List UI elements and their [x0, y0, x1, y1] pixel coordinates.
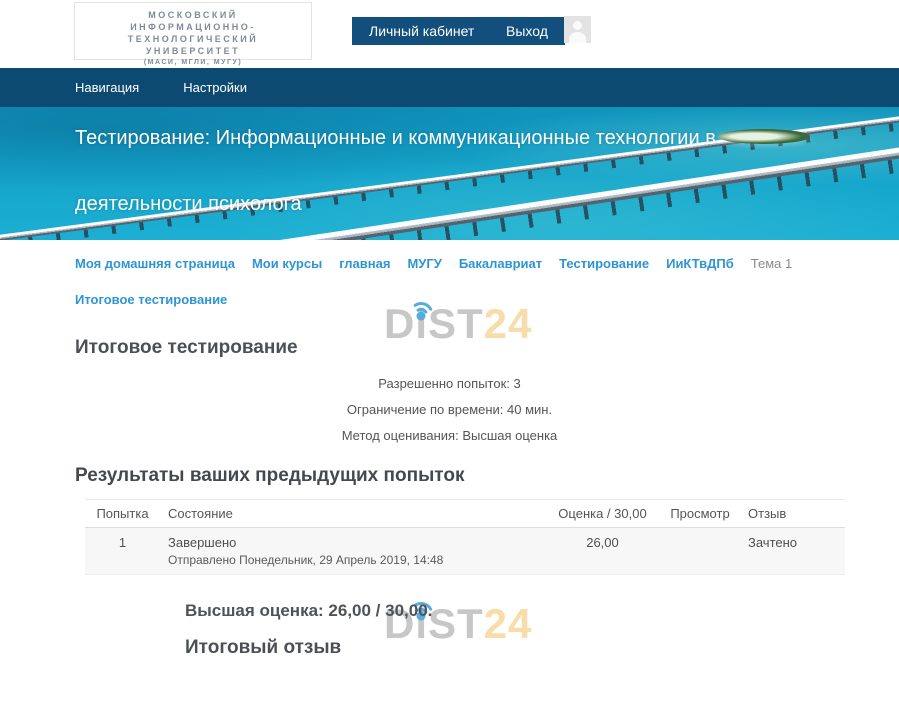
attempt-state-label: Завершено	[168, 535, 537, 550]
attempt-submitted: Отправлено Понедельник, 29 Апрель 2019, …	[168, 553, 537, 567]
main-content: Моя домашняя страница Мои курсы главная …	[0, 256, 899, 701]
quiz-title: Итоговое тестирование	[75, 337, 899, 359]
col-review: Просмотр	[660, 500, 740, 528]
course-title: Тестирование: Информационные и коммуника…	[75, 127, 716, 216]
results-heading: Результаты ваших предыдущих попыток	[75, 465, 899, 487]
course-title-line1: Тестирование: Информационные и коммуника…	[75, 127, 716, 150]
logo-line: МОСКОВСКИЙ	[75, 9, 311, 21]
col-grade: Оценка / 30,00	[545, 500, 660, 528]
time-limit: Ограничение по времени: 40 мин.	[0, 397, 899, 423]
attempt-review	[660, 528, 740, 575]
page-header: МОСКОВСКИЙ ИНФОРМАЦИОННО-ТЕХНОЛОГИЧЕСКИЙ…	[0, 0, 899, 68]
breadcrumb-my-courses[interactable]: Мои курсы	[252, 256, 322, 271]
attempt-feedback: Зачтено	[740, 528, 845, 575]
col-state: Состояние	[160, 500, 545, 528]
logout-button[interactable]: Выход	[489, 17, 565, 45]
university-logo[interactable]: МОСКОВСКИЙ ИНФОРМАЦИОННО-ТЕХНОЛОГИЧЕСКИЙ…	[74, 2, 312, 60]
final-feedback-value: Зачтено	[0, 675, 899, 701]
table-header-row: Попытка Состояние Оценка / 30,00 Просмот…	[85, 500, 845, 528]
course-banner: Тестирование: Информационные и коммуника…	[0, 107, 899, 240]
col-attempt: Попытка	[85, 500, 160, 528]
main-navbar: Навигация Настройки	[0, 68, 899, 107]
breadcrumb-mugu[interactable]: МУГУ	[407, 256, 441, 271]
logo-line: (МАСИ, МГЛИ, МУГУ)	[75, 57, 311, 68]
attempt-grade: 26,00	[545, 528, 660, 575]
breadcrumb-my-home[interactable]: Моя домашняя страница	[75, 256, 235, 271]
final-feedback-heading: Итоговый отзыв	[185, 637, 899, 659]
breadcrumb-course-code[interactable]: ИиКТвДПб	[666, 256, 734, 271]
logo-line: ИНФОРМАЦИОННО-ТЕХНОЛОГИЧЕСКИЙ	[75, 21, 311, 45]
breadcrumb-final-test[interactable]: Итоговое тестирование	[75, 292, 227, 307]
grading-method: Метод оценивания: Высшая оценка	[0, 423, 899, 449]
col-feedback: Отзыв	[740, 500, 845, 528]
breadcrumb-bachelor[interactable]: Бакалавриат	[459, 256, 542, 271]
course-title-line2: деятельности психолога	[75, 193, 716, 216]
attempts-table: Попытка Состояние Оценка / 30,00 Просмот…	[85, 499, 845, 575]
user-avatar[interactable]	[564, 16, 591, 43]
nav-item-settings[interactable]: Настройки	[183, 80, 247, 95]
highest-grade: Высшая оценка: 26,00 / 30,00.	[185, 601, 899, 621]
personal-cabinet-button[interactable]: Личный кабинет	[352, 17, 491, 45]
quiz-info: Разрешенно попыток: 3 Ограничение по вре…	[0, 371, 899, 449]
breadcrumb-testing[interactable]: Тестирование	[559, 256, 649, 271]
attempt-number: 1	[85, 528, 160, 575]
breadcrumb-main[interactable]: главная	[339, 256, 390, 271]
breadcrumb-topic1: Тема 1	[751, 256, 792, 271]
logo-line: УНИВЕРСИТЕТ	[75, 45, 311, 57]
nav-item-navigation[interactable]: Навигация	[75, 80, 139, 95]
table-row: 1 Завершено Отправлено Понедельник, 29 А…	[85, 528, 845, 575]
breadcrumb-second-row: Итоговое тестирование	[75, 292, 899, 307]
attempt-state: Завершено Отправлено Понедельник, 29 Апр…	[160, 528, 545, 575]
attempts-allowed: Разрешенно попыток: 3	[0, 371, 899, 397]
island-image	[718, 129, 810, 144]
breadcrumb: Моя домашняя страница Мои курсы главная …	[75, 256, 899, 271]
